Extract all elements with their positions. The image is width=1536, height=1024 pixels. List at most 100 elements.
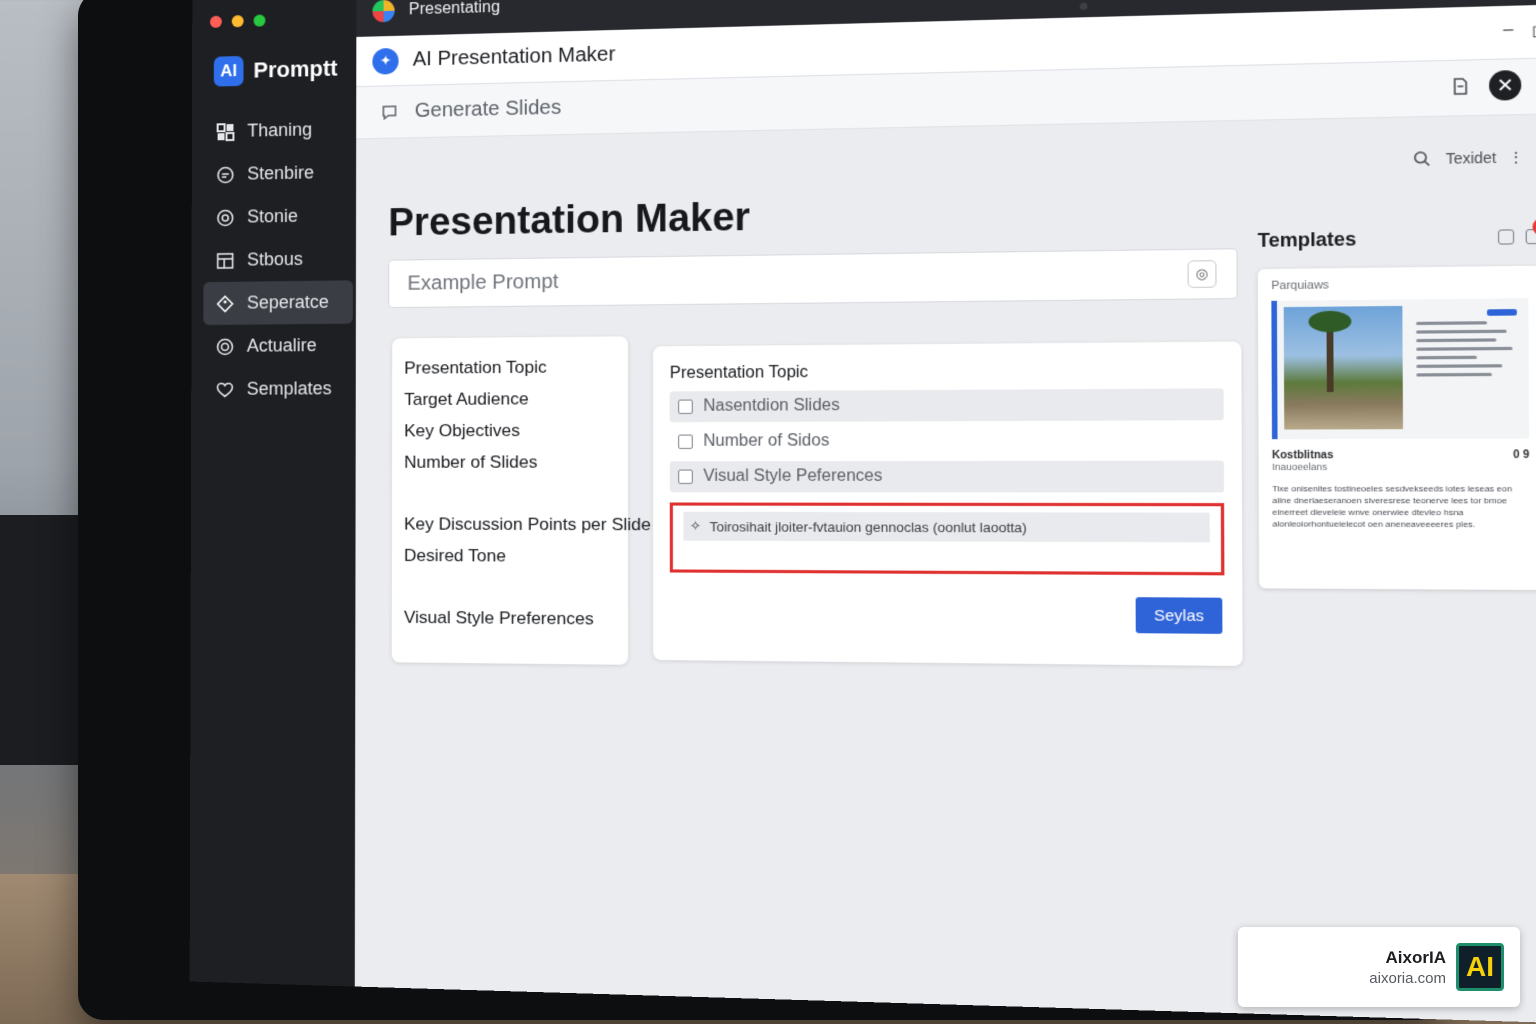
option-row[interactable]: Number of Sidos <box>670 424 1224 457</box>
sidebar-item-label: Stonie <box>247 205 298 227</box>
palm-tree-shape <box>1326 317 1334 393</box>
preview-line <box>1416 321 1487 326</box>
preview-line <box>1416 329 1507 334</box>
sidebar-item-label: Thaning <box>247 119 313 141</box>
app-window: Presentating ✦ AI Presentation Maker – ◻… <box>354 0 1536 1024</box>
field-number-of-slides[interactable]: Number of Slides <box>404 446 615 478</box>
sidebar-item-stbous[interactable]: Stbous <box>203 237 353 282</box>
header-actions: ✕ <box>1448 69 1536 102</box>
sidebar-item-thaning[interactable]: Thaning <box>204 107 353 153</box>
document-icon[interactable] <box>1448 74 1473 98</box>
checkbox[interactable] <box>678 399 693 414</box>
preview-line <box>1416 372 1492 377</box>
watermark-url: aixoria.com <box>1369 969 1446 987</box>
window-title: AI Presentation Maker <box>412 43 616 71</box>
sparkle-small-icon: ✧ <box>689 517 702 534</box>
prompt-input[interactable] <box>407 262 1188 296</box>
options-heading: Presentation Topic <box>669 363 809 383</box>
template-card-label: Parquiaws <box>1271 278 1330 293</box>
document-preview <box>1411 305 1522 433</box>
window-controls: – ◻ ✕ <box>1503 19 1536 43</box>
prompt-field[interactable]: ◎ <box>388 248 1238 309</box>
highlighted-option[interactable]: ✧ Toirosihait jloiter-fvtauion gennoclas… <box>683 511 1210 543</box>
templates-actions: 0 <box>1497 218 1536 245</box>
more-options-icon[interactable]: ⋮ <box>1508 148 1524 167</box>
page-title: Presentation Maker <box>388 196 751 245</box>
watermark-logo: AI <box>1456 943 1504 991</box>
sidebar-item-actualire[interactable]: Actualire <box>203 324 353 368</box>
preview-line <box>1416 355 1477 360</box>
screen: AI Promptt Thaning Stenbire Stonie Stbou… <box>189 0 1536 1024</box>
circle-icon <box>215 336 235 356</box>
watermark-name: AixorIA <box>1385 947 1446 967</box>
chat-icon <box>216 164 236 184</box>
preview-line <box>1416 364 1503 368</box>
templates-header: Templates 0 <box>1258 218 1536 256</box>
template-title: Kostblitnas <box>1272 449 1334 462</box>
preview-button-line <box>1486 309 1517 316</box>
option-label: Number of Sidos <box>703 432 830 450</box>
options-card: Presentation Topic Nasentdion Slides Num… <box>653 341 1243 667</box>
search-icon <box>1409 147 1434 171</box>
option-row[interactable]: Nasentdion Slides <box>669 388 1224 423</box>
preview-line <box>1416 346 1513 351</box>
generate-slides-label: Generate Slides <box>414 96 562 123</box>
field-visual-style-preferences[interactable]: Visual Style Preferences <box>404 602 616 635</box>
sidebar-item-semplates[interactable]: Semplates <box>203 367 353 411</box>
sidebar-item-label: Stbous <box>247 248 303 270</box>
field-desired-tone[interactable]: Desired Tone <box>404 540 616 573</box>
sidebar-item-label: Actualire <box>246 335 317 356</box>
window-traffic-lights <box>209 14 266 28</box>
template-description: Tixe onisenites tostineoeles sesdvekseed… <box>1272 483 1513 530</box>
brand-logo: AI <box>213 55 244 87</box>
tab-presentating[interactable]: Presentating <box>409 0 500 19</box>
sidebar-item-seperatce[interactable]: Seperatce <box>203 280 353 326</box>
chat-bubble-icon <box>378 101 400 124</box>
monitor-bezel: AI Promptt Thaning Stenbire Stonie Stbou… <box>78 0 1536 1024</box>
watermark-text: AixorIA aixoria.com <box>1369 948 1446 987</box>
minimize-icon[interactable]: – <box>1503 21 1513 43</box>
template-subtitle: Inauoeelans <box>1272 461 1328 473</box>
fields-list-card: Presentation Topic Target Audience Key O… <box>391 336 651 665</box>
heart-icon <box>215 379 235 399</box>
checkbox[interactable] <box>678 469 693 484</box>
submit-button[interactable]: Seylas <box>1135 597 1223 634</box>
brand[interactable]: AI Promptt <box>213 53 338 87</box>
template-card[interactable]: Parquiaws Kostblitnas 0 9 Inauoeelans Ti… <box>1257 265 1536 591</box>
sidebar-item-stonie[interactable]: Stonie <box>204 194 354 239</box>
x-close-icon[interactable]: ✕ <box>1488 69 1522 101</box>
zoom-window-dot[interactable] <box>253 14 266 27</box>
search-bar[interactable]: Texidet ⋮ <box>1409 145 1524 171</box>
highlight-text: Toirosihait jloiter-fvtauion gennoclas (… <box>709 518 1027 535</box>
sidebar-nav: Thaning Stenbire Stonie Stbous Seperatce <box>203 107 353 411</box>
brand-name: Promptt <box>253 55 338 83</box>
minimize-window-dot[interactable] <box>231 15 244 28</box>
checkbox[interactable] <box>678 434 693 449</box>
field-target-audience[interactable]: Target Audience <box>404 382 615 415</box>
template-title-row: Kostblitnas 0 9 <box>1272 449 1529 461</box>
option-label: Visual Style Peferences <box>703 467 883 485</box>
field-presentation-topic[interactable]: Presentation Topic <box>404 351 615 384</box>
field-key-objectives[interactable]: Key Objectives <box>404 414 615 446</box>
field-key-discussion-points[interactable]: Key Discussion Points per Slide <box>404 508 651 540</box>
highlighted-text-area[interactable]: ✧ Toirosihait jloiter-fvtauion gennoclas… <box>669 502 1225 576</box>
browser-icon <box>372 0 395 23</box>
preview-line <box>1416 338 1497 343</box>
template-meta: 0 9 <box>1513 449 1530 462</box>
sparkle-icon: ✦ <box>372 47 399 75</box>
search-label: Texidet <box>1445 148 1497 168</box>
square-icon[interactable] <box>1497 229 1515 245</box>
close-window-dot[interactable] <box>209 15 222 28</box>
option-row[interactable]: Visual Style Peferences <box>669 460 1225 493</box>
tag-icon <box>215 293 235 313</box>
watermark-badge: AixorIA aixoria.com AI <box>1238 927 1520 1007</box>
palm-photo-image <box>1283 305 1404 430</box>
target-icon <box>215 207 235 227</box>
maximize-icon[interactable]: ◻ <box>1532 20 1536 42</box>
sidebar-item-label: Seperatce <box>246 291 329 313</box>
sidebar-item-label: Semplates <box>246 378 332 399</box>
prompt-action-icon[interactable]: ◎ <box>1187 260 1217 288</box>
sidebar-item-stenbire[interactable]: Stenbire <box>204 151 354 197</box>
